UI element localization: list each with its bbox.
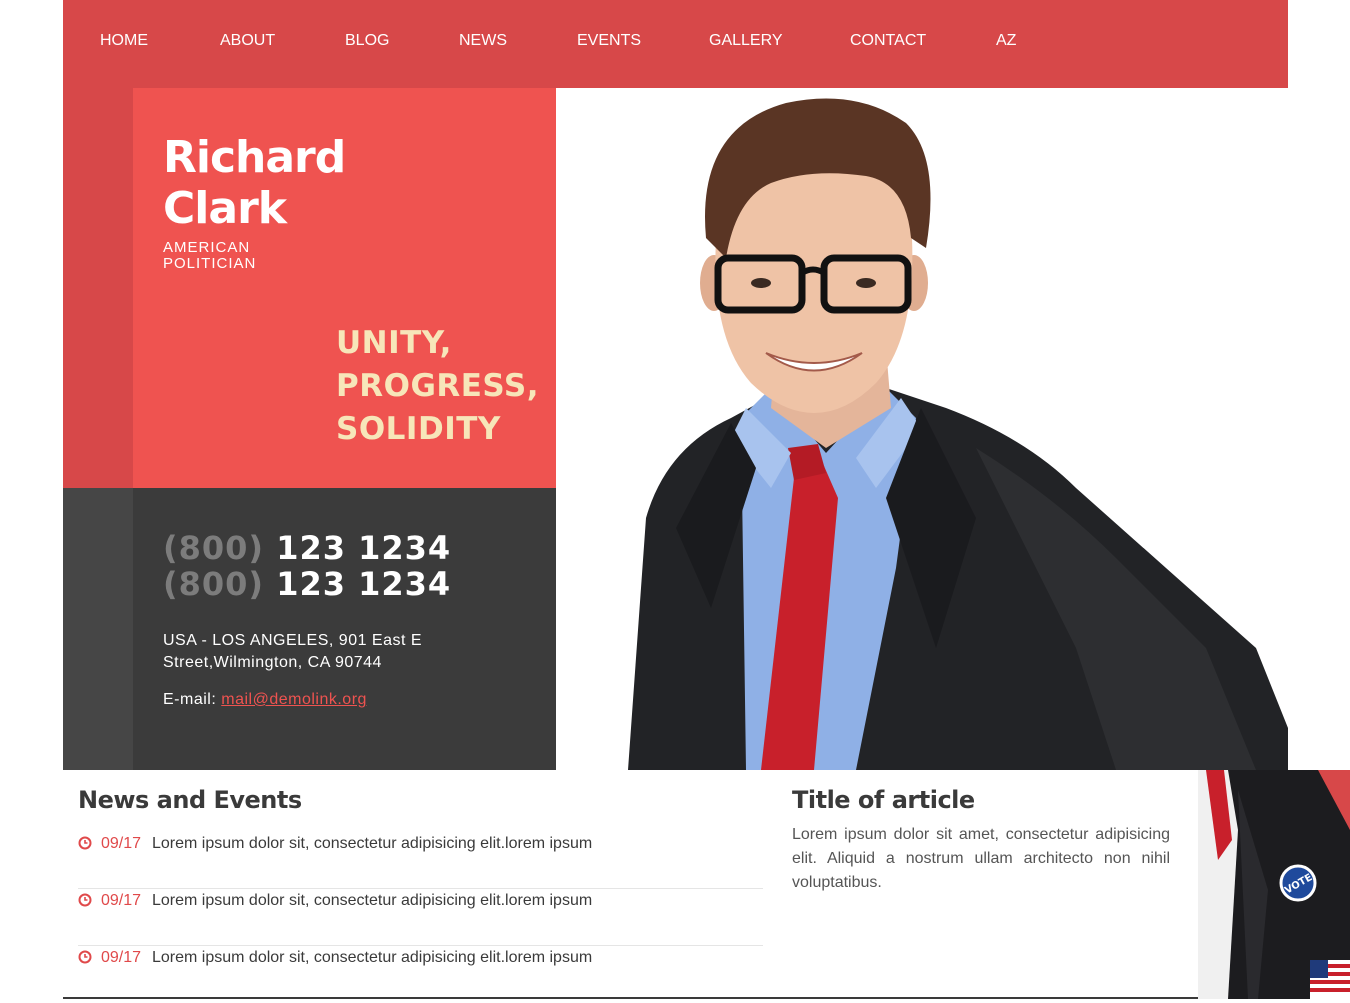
- slogan: UNITY, PROGRESS, SOLIDITY: [336, 322, 551, 451]
- vote-badge-photo: VOTE: [1198, 770, 1350, 999]
- top-navigation: HOME ABOUT BLOG NEWS EVENTS GALLERY CONT…: [63, 0, 1288, 88]
- phone-digits: 123 1234: [276, 565, 452, 603]
- role-line-1: AMERICAN: [163, 239, 251, 256]
- email-label: E-mail:: [163, 691, 217, 708]
- role-line-2: POLITICIAN: [163, 255, 257, 272]
- politician-role: AMERICAN POLITICIAN: [163, 240, 303, 272]
- news-date: 09/17: [101, 835, 142, 852]
- phone-number-2[interactable]: (800) 123 1234: [163, 566, 451, 602]
- email-row: E-mail: mail@demolink.org: [163, 691, 367, 709]
- address-line-1: USA - LOS ANGELES, 901 East E: [163, 632, 423, 649]
- clock-icon: [78, 950, 92, 964]
- nav-news[interactable]: NEWS: [459, 32, 507, 50]
- list-item[interactable]: 09/17 Lorem ipsum dolor sit, consectetur…: [78, 946, 763, 1003]
- news-text[interactable]: Lorem ipsum dolor sit, consectetur adipi…: [152, 835, 592, 853]
- phone-area-code: (800): [163, 529, 265, 567]
- portrait-photo: [628, 98, 1288, 770]
- nav-blog[interactable]: BLOG: [345, 32, 389, 50]
- left-dark-strip: [63, 488, 133, 770]
- left-accent-strip: [63, 88, 133, 488]
- nav-contact[interactable]: CONTACT: [850, 32, 926, 50]
- slogan-line-3: SOLIDITY: [336, 411, 501, 447]
- news-date: 09/17: [101, 949, 142, 966]
- clock-icon: [78, 836, 92, 850]
- list-item[interactable]: 09/17 Lorem ipsum dolor sit, consectetur…: [78, 832, 763, 889]
- slogan-line-1: UNITY,: [336, 325, 452, 361]
- email-link[interactable]: mail@demolink.org: [221, 691, 367, 708]
- news-text[interactable]: Lorem ipsum dolor sit, consectetur adipi…: [152, 892, 592, 910]
- politician-name: Richard Clark: [163, 132, 423, 234]
- article-title[interactable]: Title of article: [792, 786, 975, 814]
- nav-about[interactable]: ABOUT: [220, 32, 275, 50]
- news-text[interactable]: Lorem ipsum dolor sit, consectetur adipi…: [152, 949, 592, 967]
- address-line-2: Street,Wilmington, CA 90744: [163, 654, 382, 671]
- slogan-line-2: PROGRESS,: [336, 368, 539, 404]
- phone-number-1[interactable]: (800) 123 1234: [163, 530, 451, 566]
- article-thumbnail[interactable]: VOTE: [1198, 770, 1350, 999]
- phone-digits: 123 1234: [276, 529, 452, 567]
- name-first: Richard: [163, 132, 346, 183]
- list-item[interactable]: 09/17 Lorem ipsum dolor sit, consectetur…: [78, 889, 763, 946]
- flag-icon: [1310, 960, 1350, 999]
- name-last: Clark: [163, 183, 287, 234]
- phone-area-code: (800): [163, 565, 265, 603]
- hero-portrait: [556, 88, 1288, 770]
- news-date: 09/17: [101, 892, 142, 909]
- nav-az[interactable]: AZ: [996, 32, 1016, 50]
- postal-address: USA - LOS ANGELES, 901 East E Street,Wil…: [163, 630, 453, 674]
- clock-icon: [78, 893, 92, 907]
- nav-home[interactable]: HOME: [100, 32, 148, 50]
- news-section-title: News and Events: [78, 786, 302, 814]
- nav-gallery[interactable]: GALLERY: [709, 32, 783, 50]
- nav-events[interactable]: EVENTS: [577, 32, 641, 50]
- article-body: Lorem ipsum dolor sit amet, consectetur …: [792, 826, 1170, 891]
